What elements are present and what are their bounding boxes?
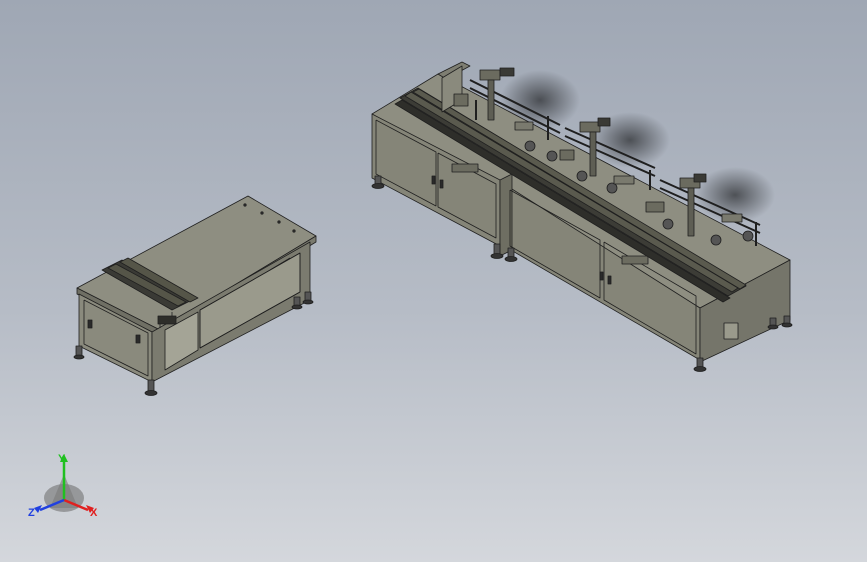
z-axis-label: Z [28,507,35,519]
3d-model-scene[interactable]: Y X Z [0,0,867,562]
coordinate-triad: Y X Z [28,453,98,519]
small-workbench[interactable] [73,195,317,396]
y-axis-label: Y [58,453,66,465]
assembly-line-machine[interactable] [371,61,793,372]
x-axis-label: X [90,507,98,519]
graphics-viewport[interactable]: Y X Z [0,0,867,562]
